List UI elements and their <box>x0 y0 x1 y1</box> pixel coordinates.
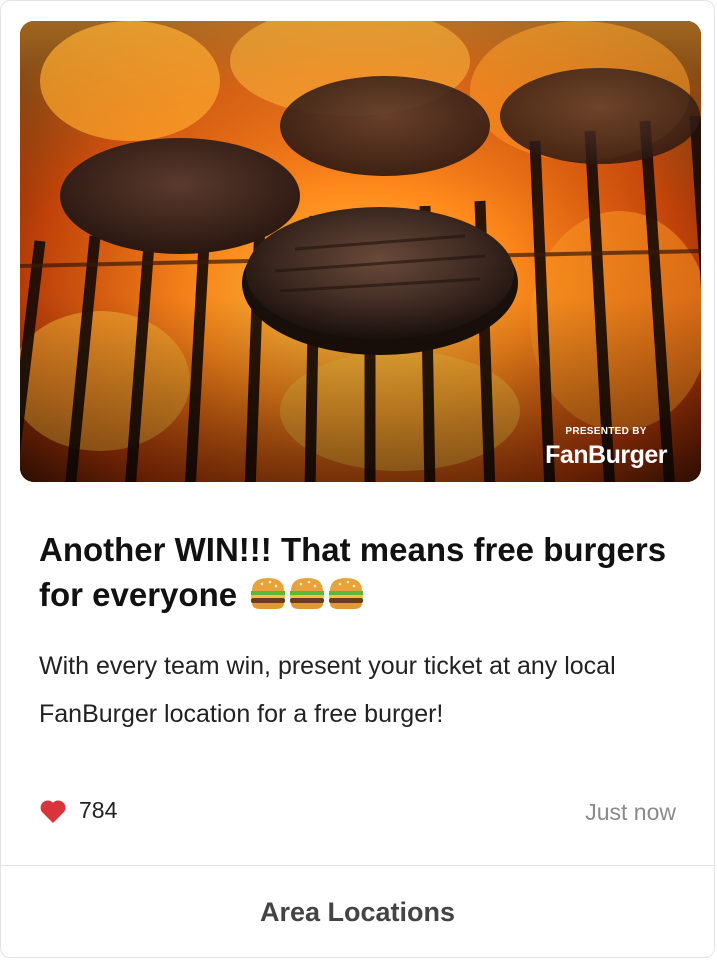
post-meta: 784 Just now <box>39 797 676 829</box>
grill-burgers-image <box>20 21 701 482</box>
post-timestamp: Just now <box>585 799 676 825</box>
post-body: With every team win, present your ticket… <box>39 652 616 728</box>
like-count: 784 <box>79 797 118 823</box>
area-locations-button[interactable]: Area Locations <box>1 866 714 958</box>
post-card: PRESENTED BY FanBurger Another WIN!!! Th… <box>0 0 715 958</box>
heart-icon[interactable] <box>39 798 67 824</box>
sponsor-brand-logo: FanBurger <box>545 441 667 469</box>
like-control[interactable]: 784 <box>39 797 117 824</box>
hero-image: PRESENTED BY FanBurger <box>20 21 701 482</box>
burger-emoji-icon <box>250 576 364 621</box>
sponsor-prefix: PRESENTED BY <box>565 426 647 437</box>
sponsor-badge: PRESENTED BY FanBurger <box>545 426 667 470</box>
post-title: Another WIN!!! That means free burgers f… <box>39 527 679 621</box>
